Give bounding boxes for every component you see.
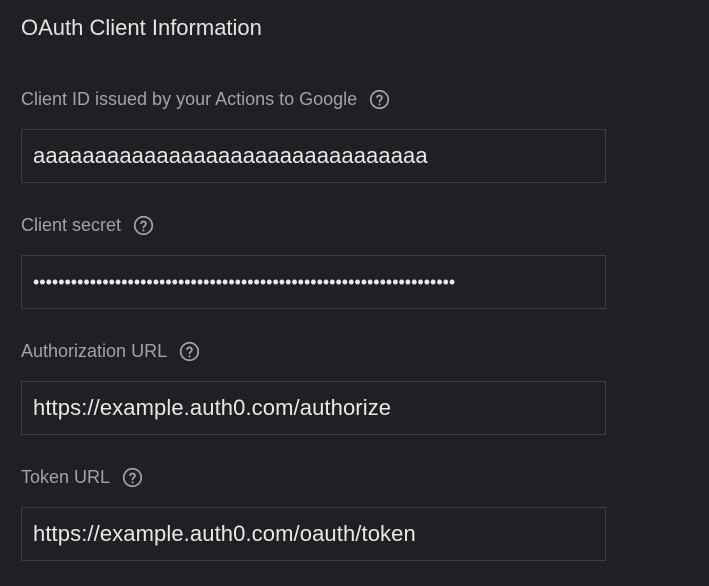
token-url-label: Token URL bbox=[21, 467, 111, 487]
token-url-value: https://example.auth0.com/oauth/token bbox=[33, 521, 416, 546]
token-url-field[interactable]: https://example.auth0.com/oauth/token bbox=[21, 507, 606, 561]
help-circle-icon[interactable] bbox=[179, 341, 200, 362]
client-id-value: aaaaaaaaaaaaaaaaaaaaaaaaaaaaaaaa bbox=[33, 143, 428, 168]
client-id-field[interactable]: aaaaaaaaaaaaaaaaaaaaaaaaaaaaaaaa bbox=[21, 129, 606, 183]
client-secret-label: Client secret bbox=[21, 215, 122, 235]
token-url-label-row: Token URL bbox=[21, 464, 143, 490]
authorization-url-label: Authorization URL bbox=[21, 341, 168, 361]
client-secret-label-row: Client secret bbox=[21, 212, 154, 238]
client-id-label: Client ID issued by your Actions to Goog… bbox=[21, 89, 358, 109]
client-secret-field[interactable]: ••••••••••••••••••••••••••••••••••••••••… bbox=[21, 255, 606, 309]
client-id-label-row: Client ID issued by your Actions to Goog… bbox=[21, 86, 390, 112]
authorization-url-label-row: Authorization URL bbox=[21, 338, 200, 364]
authorization-url-value: https://example.auth0.com/authorize bbox=[33, 395, 392, 420]
client-secret-value: ••••••••••••••••••••••••••••••••••••••••… bbox=[33, 271, 456, 292]
section-title: OAuth Client Information bbox=[21, 15, 262, 40]
help-circle-icon[interactable] bbox=[122, 467, 143, 488]
help-circle-icon[interactable] bbox=[369, 89, 390, 110]
help-circle-icon[interactable] bbox=[133, 215, 154, 236]
authorization-url-field[interactable]: https://example.auth0.com/authorize bbox=[21, 381, 606, 435]
